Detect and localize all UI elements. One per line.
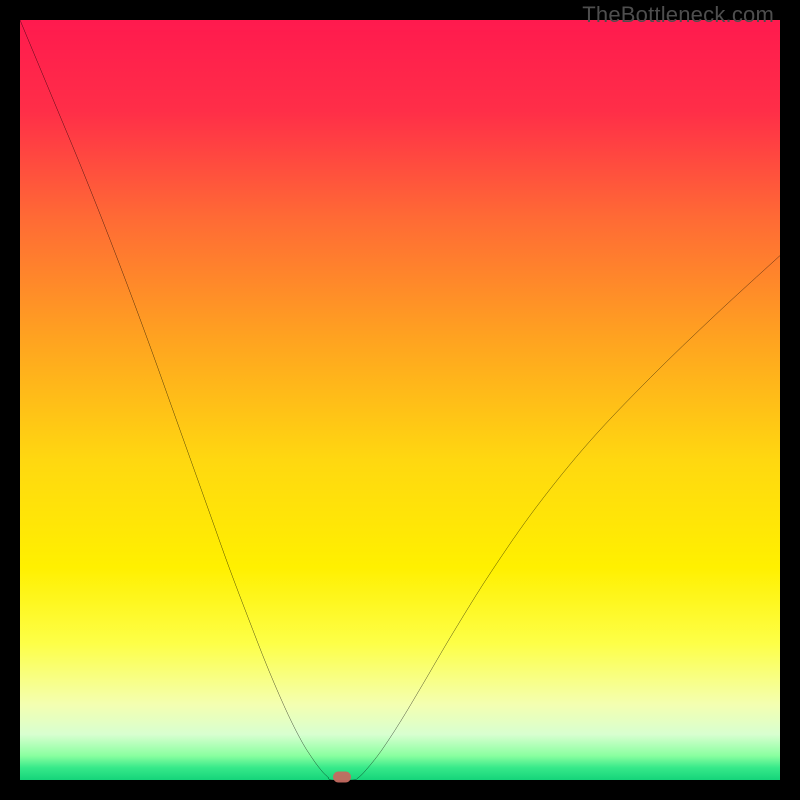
bottleneck-curve [20, 20, 780, 780]
plot-area [20, 20, 780, 780]
chart-frame: TheBottleneck.com [0, 0, 800, 800]
watermark-text: TheBottleneck.com [582, 2, 774, 28]
optimal-point-marker [333, 771, 351, 782]
